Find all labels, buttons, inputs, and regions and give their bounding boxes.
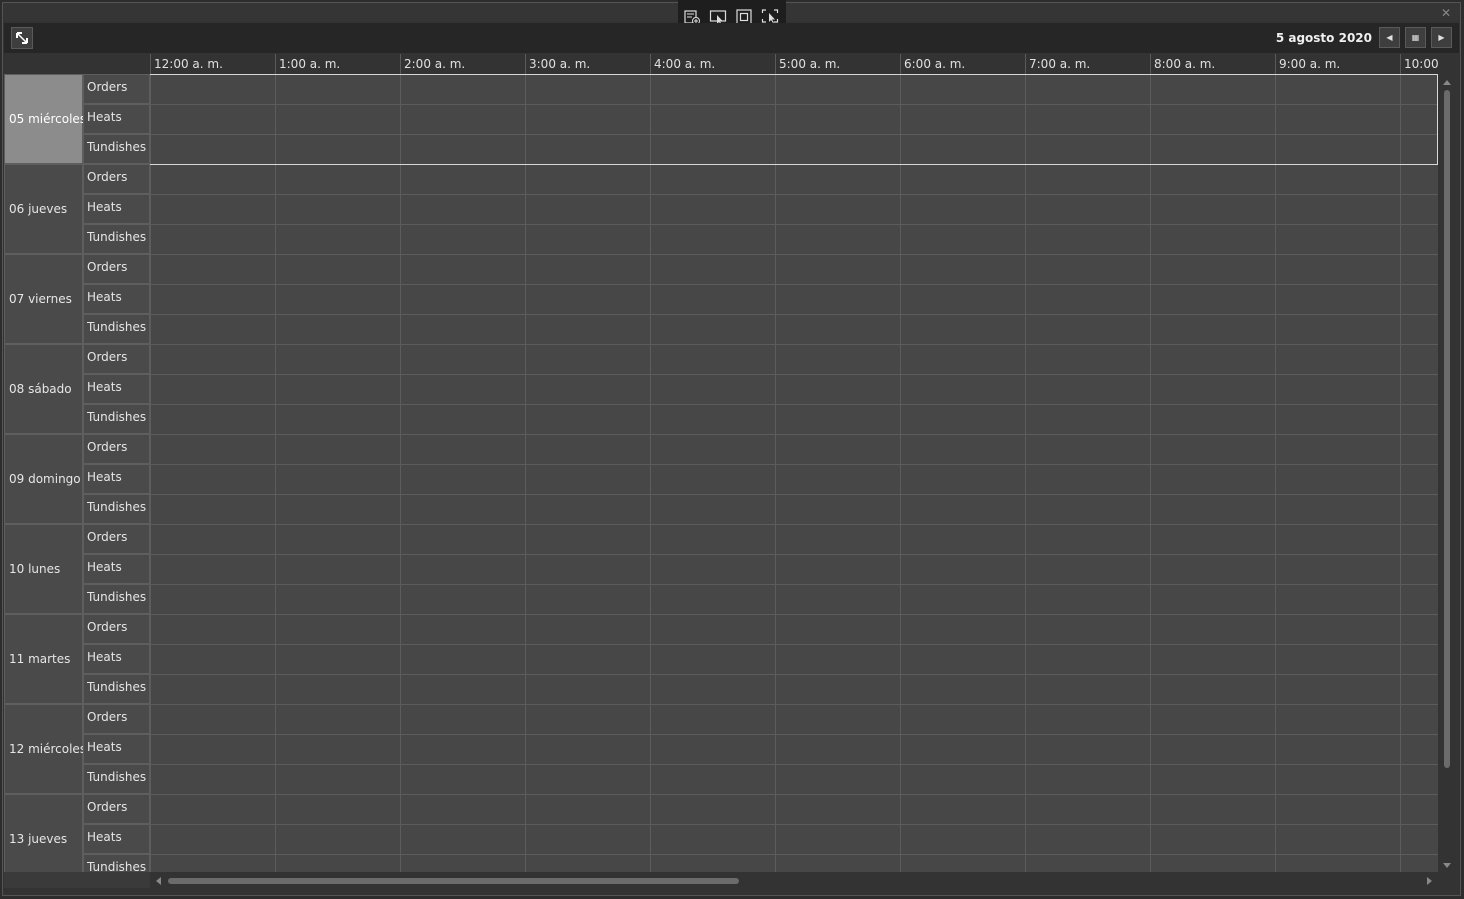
resource-row-header[interactable]: Orders	[83, 434, 150, 464]
expand-button[interactable]	[11, 27, 33, 49]
resource-row-header[interactable]: Tundishes	[83, 584, 150, 614]
caret-right-icon: ▶	[1438, 33, 1445, 42]
time-slot-header: 1:00 a. m.	[275, 54, 400, 74]
resource-row-header[interactable]: Orders	[83, 164, 150, 194]
resource-row-header[interactable]: Orders	[83, 74, 150, 104]
time-slot-header: 10:00 a. m.	[1400, 54, 1438, 74]
scroll-right-icon[interactable]	[1427, 877, 1432, 885]
resource-row-header[interactable]: Orders	[83, 524, 150, 554]
resource-row-header[interactable]: Heats	[83, 644, 150, 674]
resource-row-header[interactable]: Tundishes	[83, 674, 150, 704]
day-group-header[interactable]: 09 domingo	[4, 434, 83, 524]
time-slot-header: 4:00 a. m.	[650, 54, 775, 74]
resource-row-header[interactable]: Heats	[83, 554, 150, 584]
resource-row-header[interactable]: Tundishes	[83, 854, 150, 872]
resource-row-header[interactable]: Tundishes	[83, 764, 150, 794]
scroll-up-icon[interactable]	[1443, 80, 1451, 85]
time-slot-header: 3:00 a. m.	[525, 54, 650, 74]
time-slot-header: 7:00 a. m.	[1025, 54, 1150, 74]
resource-row-header[interactable]: Tundishes	[83, 224, 150, 254]
resource-row-header[interactable]: Heats	[83, 104, 150, 134]
time-slot-header: 6:00 a. m.	[900, 54, 1025, 74]
resource-row-header[interactable]: Heats	[83, 374, 150, 404]
close-icon[interactable]: ✕	[1440, 7, 1452, 19]
resource-row-header[interactable]: Tundishes	[83, 494, 150, 524]
resource-row-header[interactable]: Orders	[83, 254, 150, 284]
day-group-header[interactable]: 13 jueves	[4, 794, 83, 872]
time-slot-header: 8:00 a. m.	[1150, 54, 1275, 74]
day-group-header[interactable]: 06 jueves	[4, 164, 83, 254]
day-group-header[interactable]: 11 martes	[4, 614, 83, 704]
scroll-corner	[4, 872, 150, 888]
resource-row-header[interactable]: Orders	[83, 704, 150, 734]
expand-icon	[16, 32, 28, 44]
scheduler-header: 5 agosto 2020 ◀ ▦ ▶	[4, 23, 1459, 53]
scroll-left-icon[interactable]	[156, 877, 161, 885]
day-group-header[interactable]: 07 viernes	[4, 254, 83, 344]
vertical-scroll-thumb[interactable]	[1444, 90, 1450, 768]
resource-row-header[interactable]: Orders	[83, 794, 150, 824]
resource-row-header[interactable]: Tundishes	[83, 134, 150, 164]
resource-row-header[interactable]: Heats	[83, 734, 150, 764]
resource-row-header[interactable]: Heats	[83, 284, 150, 314]
resource-row-header[interactable]: Heats	[83, 824, 150, 854]
time-slot-header: 9:00 a. m.	[1275, 54, 1400, 74]
prev-date-button[interactable]: ◀	[1379, 27, 1400, 48]
calendar-icon: ▦	[1411, 33, 1420, 42]
timeline-grid[interactable]	[150, 74, 1438, 872]
current-date-label: 5 agosto 2020	[1275, 31, 1372, 45]
resource-row-header[interactable]: Heats	[83, 194, 150, 224]
timeline-rows[interactable]: 05 miércoles Orders Heats Tundishes 06 jueve…	[4, 74, 1438, 872]
horizontal-scroll-thumb[interactable]	[168, 878, 739, 884]
time-header: 12:00 a. m. 1:00 a. m. 2:00 a. m. 3:00 a. m…	[150, 54, 1438, 74]
resource-row-header[interactable]: Tundishes	[83, 314, 150, 344]
scroll-down-icon[interactable]	[1443, 863, 1451, 868]
time-slot-header: 12:00 a. m.	[150, 54, 275, 74]
resource-row-header[interactable]: Tundishes	[83, 404, 150, 434]
vertical-scrollbar[interactable]	[1440, 74, 1454, 872]
calendar-button[interactable]: ▦	[1405, 27, 1426, 48]
day-group-header[interactable]: 12 miércoles	[4, 704, 86, 794]
day-group-header[interactable]: 08 sábado	[4, 344, 83, 434]
day-group-header[interactable]: 10 lunes	[4, 524, 83, 614]
resource-row-header[interactable]: Heats	[83, 464, 150, 494]
resource-row-header[interactable]: Orders	[83, 344, 150, 374]
caret-left-icon: ◀	[1386, 33, 1393, 42]
day-group-header[interactable]: 05 miércoles	[4, 74, 86, 164]
time-slot-header: 2:00 a. m.	[400, 54, 525, 74]
resource-row-header[interactable]: Orders	[83, 614, 150, 644]
horizontal-scrollbar[interactable]	[150, 874, 1438, 888]
next-date-button[interactable]: ▶	[1431, 27, 1452, 48]
time-slot-header: 5:00 a. m.	[775, 54, 900, 74]
